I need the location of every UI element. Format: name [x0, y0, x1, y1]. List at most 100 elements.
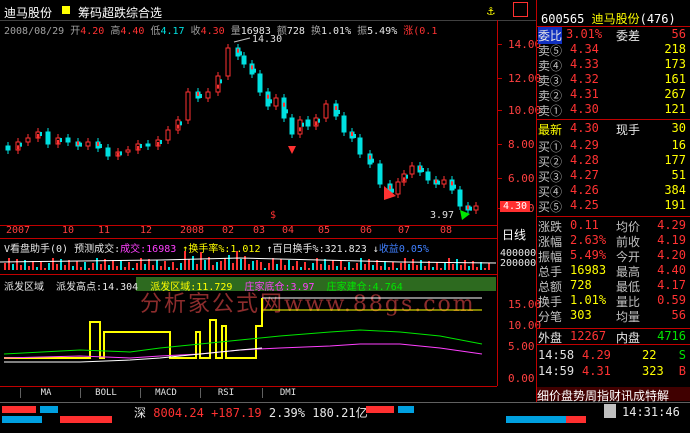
tab-rsi[interactable]: RSI: [200, 388, 251, 398]
candle-small: [254, 68, 256, 73]
candle: [257, 73, 263, 93]
volume-bar: [408, 264, 410, 270]
volume-bar: [136, 263, 138, 270]
pf-base-line: [3, 343, 483, 359]
volume-bar: [116, 266, 118, 270]
network-icon[interactable]: [604, 404, 616, 418]
volume-bar: [76, 261, 78, 270]
volume-bar: [460, 265, 462, 270]
volume-bar: [336, 266, 338, 270]
candle: [125, 149, 131, 153]
candle: [297, 119, 303, 135]
volume-bar: [308, 268, 310, 270]
inner-volume: 4716: [657, 329, 686, 343]
volume-bar: [32, 261, 34, 270]
volume-bar: [420, 260, 422, 270]
volume-bar: [364, 264, 366, 270]
tab-macd[interactable]: MACD: [140, 388, 191, 398]
candle: [377, 163, 383, 185]
ask-bid-divider: [537, 119, 690, 120]
candle: [45, 131, 51, 145]
anchor-icon[interactable]: ⚓: [487, 4, 495, 19]
volume-bar: [388, 267, 390, 270]
volume-bar: [20, 265, 22, 270]
volume-bar: [212, 265, 214, 270]
candle-small: [283, 102, 285, 107]
last-price-row: 最新 4.30 现手 30: [538, 121, 686, 137]
candle-small: [40, 132, 42, 136]
candle-small: [438, 180, 440, 185]
tab-ma[interactable]: MA: [20, 388, 71, 398]
time-axis-label: 02: [222, 225, 235, 236]
volume-bar: [288, 260, 290, 270]
bid-row: 买② 4.28 177: [538, 153, 686, 169]
candle: [395, 181, 401, 195]
status-bars-left: [0, 406, 120, 426]
volume-bar: [120, 261, 122, 270]
volume-bar: [96, 258, 98, 270]
tab-boll[interactable]: BOLL: [80, 388, 131, 398]
candle-small: [286, 109, 288, 114]
candle-small: [335, 106, 337, 110]
candle: [215, 75, 221, 93]
close-icon[interactable]: [513, 2, 528, 17]
candle-small: [77, 141, 79, 146]
indicator-chart[interactable]: [0, 292, 496, 377]
volume-bar: [72, 266, 74, 270]
volume-chart[interactable]: [0, 251, 497, 272]
volume-bar: [216, 262, 218, 270]
stat-row: 换手 1.01% 量比 0.59: [538, 293, 686, 309]
candlestick-chart[interactable]: 14.30 3.97 $: [0, 34, 496, 224]
volume-bar: [172, 262, 174, 270]
tab-dmi[interactable]: DMI: [262, 388, 313, 398]
bid-row: 买④ 4.26 384: [538, 183, 686, 199]
candle: [185, 91, 191, 121]
time-axis-label: 04: [282, 225, 295, 236]
ask-row: 卖⑤ 4.34 218: [538, 42, 686, 58]
ticks-divider: [537, 344, 690, 345]
bid-row: 买① 4.29 16: [538, 138, 686, 154]
high-marker-line: [233, 37, 251, 43]
indicator-name[interactable]: 筹码超跌综合选: [78, 4, 162, 21]
candle: [357, 137, 363, 155]
time-axis-label: 10: [62, 225, 75, 236]
menu-icon[interactable]: [62, 6, 70, 14]
index-quote[interactable]: 深 8004.24 +187.19 2.39% 180.21亿: [134, 404, 368, 421]
volume-bar: [188, 259, 190, 270]
volume-bar: [92, 263, 94, 270]
volume-bar: [412, 259, 414, 270]
candle: [225, 47, 231, 77]
index-value: 8004.24: [153, 406, 204, 420]
volume-bar: [452, 264, 454, 270]
day-line-button[interactable]: 日线: [502, 226, 526, 243]
volume-bar: [100, 264, 102, 270]
candle: [165, 129, 171, 141]
volume-bar: [16, 259, 18, 270]
candle-small: [318, 118, 320, 123]
volume-bar: [60, 259, 62, 270]
tick-row: 14:58 4.29 22 S: [538, 348, 686, 362]
bid-stats-divider: [537, 216, 690, 217]
volume-bar: [80, 267, 82, 270]
volume-bar: [44, 268, 46, 270]
current-volume: 30: [671, 121, 686, 135]
volume-bar: [48, 263, 50, 270]
candle-small: [157, 142, 159, 146]
candle-small: [120, 151, 122, 156]
axis-divider: [497, 20, 498, 386]
stat-row: 分笔 303 均量 56: [538, 308, 686, 324]
volume-bar: [248, 264, 250, 270]
volume-bar: [432, 267, 434, 270]
candle-small: [454, 184, 456, 189]
candle-small: [419, 166, 421, 170]
volume-bar: [40, 262, 42, 270]
candle-small: [267, 94, 269, 99]
volume-bar: [192, 256, 194, 270]
volume-bar: [184, 251, 186, 270]
time-axis-label: 2008: [180, 225, 205, 236]
volume-bar: [108, 265, 110, 270]
candle-small: [160, 140, 162, 144]
webi-value: 3.01%: [566, 27, 603, 41]
candle: [457, 189, 463, 207]
stat-row: 涨幅 2.63% 前收 4.19: [538, 233, 686, 249]
